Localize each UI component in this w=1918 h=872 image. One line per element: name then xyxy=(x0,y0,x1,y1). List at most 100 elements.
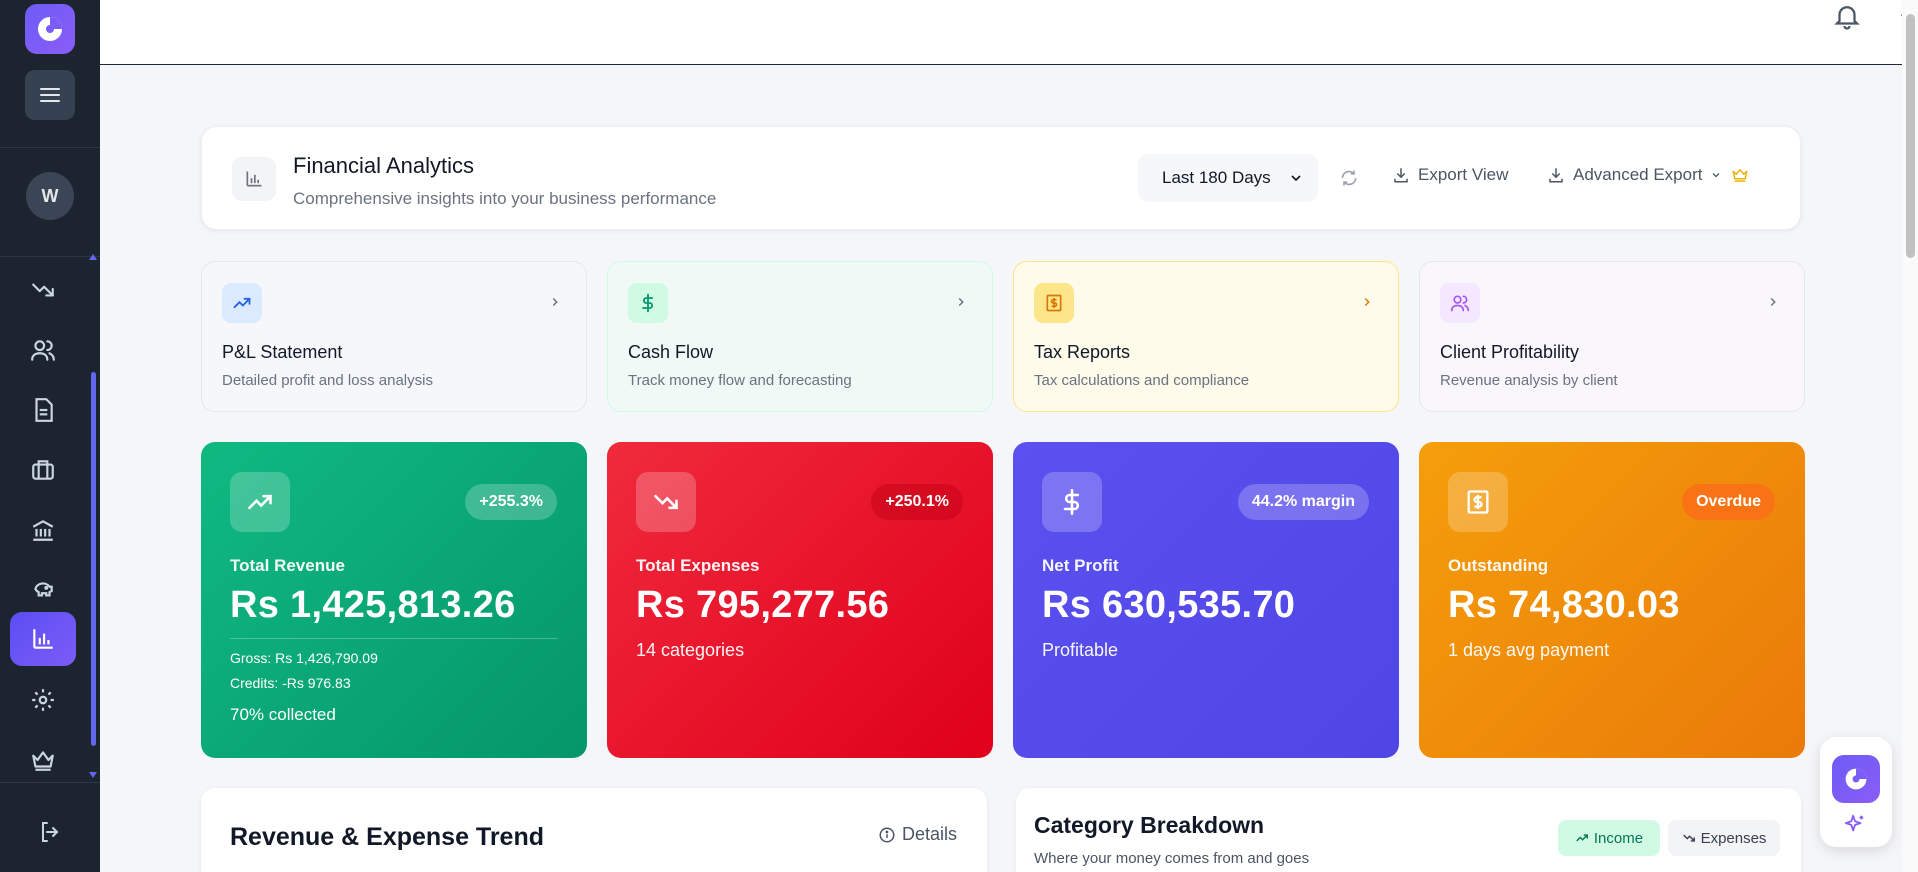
info-icon xyxy=(879,827,895,842)
piggy-bank-icon[interactable] xyxy=(23,570,63,610)
report-card-pl-statement[interactable]: P&L Statement Detailed profit and loss a… xyxy=(201,261,587,412)
status-badge: +250.1% xyxy=(871,484,963,520)
page-title: Financial Analytics xyxy=(293,153,474,178)
stat-collected: 70% collected xyxy=(230,705,336,724)
stat-divider xyxy=(230,638,558,639)
expenses-label: Expenses xyxy=(1700,829,1767,847)
trending-up-icon xyxy=(1576,834,1588,842)
refresh-icon[interactable] xyxy=(1339,168,1359,193)
expenses-toggle[interactable]: Expenses xyxy=(1668,820,1780,856)
details-label: Details xyxy=(901,824,957,844)
date-range-select[interactable]: Last 180 Days xyxy=(1138,154,1318,202)
gear-icon[interactable] xyxy=(23,680,63,720)
stat-credits: Credits: -Rs 976.83 xyxy=(230,675,351,691)
bank-icon[interactable] xyxy=(23,510,63,550)
scroll-down-icon[interactable] xyxy=(89,772,97,778)
briefcase-icon[interactable] xyxy=(23,450,63,490)
sidebar-divider xyxy=(0,147,100,148)
stat-value: Rs 795,277.56 xyxy=(636,584,890,626)
menu-toggle-button[interactable] xyxy=(25,70,75,120)
receipt-icon xyxy=(1034,283,1074,323)
income-label: Income xyxy=(1593,829,1644,847)
page-subtitle: Comprehensive insights into your busines… xyxy=(293,189,717,208)
stat-card-total-expenses[interactable]: +250.1% Total Expenses Rs 795,277.56 14 … xyxy=(607,442,993,758)
stat-label: Outstanding xyxy=(1448,556,1549,575)
report-title: Client Profitability xyxy=(1440,342,1580,362)
avatar[interactable]: W xyxy=(26,172,74,220)
stat-value: Rs 630,535.70 xyxy=(1042,584,1296,626)
bar-chart-icon xyxy=(232,157,276,201)
report-card-cash-flow[interactable]: Cash Flow Track money flow and forecasti… xyxy=(607,261,993,412)
revenue-expense-trend-card: Revenue & Expense Trend Details xyxy=(201,788,987,872)
sidebar-divider xyxy=(0,256,100,257)
app-logo-icon[interactable] xyxy=(25,4,75,54)
chevron-right-icon xyxy=(1360,295,1374,314)
stat-value: Rs 1,425,813.26 xyxy=(230,584,516,626)
report-subtitle: Revenue analysis by client xyxy=(1440,372,1618,389)
export-view-label: Export View xyxy=(1418,165,1509,184)
assistant-widget xyxy=(1820,737,1892,847)
stat-extra: Profitable xyxy=(1042,640,1119,660)
stat-label: Total Expenses xyxy=(636,556,760,575)
section-subtitle: Where your money comes from and goes xyxy=(1034,850,1310,867)
crown-icon xyxy=(1732,169,1748,182)
stat-value: Rs 74,830.03 xyxy=(1448,584,1680,626)
stat-gross: Gross: Rs 1,426,790.09 xyxy=(230,650,378,666)
advanced-export-button[interactable]: Advanced Export xyxy=(1547,165,1750,185)
assistant-button[interactable] xyxy=(1832,755,1880,803)
dollar-icon xyxy=(1042,472,1102,532)
stat-label: Net Profit xyxy=(1042,556,1119,575)
report-subtitle: Detailed profit and loss analysis xyxy=(222,372,433,389)
sidebar-divider xyxy=(0,782,100,783)
report-title: P&L Statement xyxy=(222,342,343,362)
report-title: Cash Flow xyxy=(628,342,714,362)
report-subtitle: Track money flow and forecasting xyxy=(628,372,852,389)
dollar-icon xyxy=(628,283,668,323)
export-view-button[interactable]: Export View xyxy=(1392,165,1508,185)
stat-label: Total Revenue xyxy=(230,556,345,575)
details-button[interactable]: Details xyxy=(878,824,957,845)
download-icon xyxy=(1394,168,1408,183)
users-icon[interactable] xyxy=(23,330,63,370)
income-toggle[interactable]: Income xyxy=(1558,820,1660,856)
section-title: Revenue & Expense Trend xyxy=(230,823,545,851)
stat-card-outstanding[interactable]: Overdue Outstanding Rs 74,830.03 1 days … xyxy=(1419,442,1805,758)
stat-extra: 1 days avg payment xyxy=(1448,640,1610,660)
crown-icon[interactable] xyxy=(23,740,63,780)
status-badge: Overdue xyxy=(1682,484,1775,520)
chevron-right-icon xyxy=(954,295,968,314)
chevron-right-icon xyxy=(1766,295,1780,314)
report-card-client-profitability[interactable]: Client Profitability Revenue analysis by… xyxy=(1419,261,1805,412)
download-icon xyxy=(1549,168,1563,183)
advanced-export-label: Advanced Export xyxy=(1573,165,1703,184)
sidebar-scrollbar[interactable] xyxy=(91,372,96,746)
topbar xyxy=(100,0,1918,65)
receipt-icon xyxy=(1448,472,1508,532)
chevron-right-icon xyxy=(548,295,562,314)
status-badge: 44.2% margin xyxy=(1237,484,1369,520)
analytics-header-card: Financial Analytics Comprehensive insigh… xyxy=(201,126,1801,230)
bar-chart-icon[interactable] xyxy=(10,612,76,666)
logout-icon[interactable] xyxy=(30,812,70,852)
trending-down-icon xyxy=(1682,834,1695,842)
report-card-tax-reports[interactable]: Tax Reports Tax calculations and complia… xyxy=(1013,261,1399,412)
sidebar: W xyxy=(0,0,100,872)
report-title: Tax Reports xyxy=(1034,342,1131,362)
stat-card-net-profit[interactable]: 44.2% margin Net Profit Rs 630,535.70 Pr… xyxy=(1013,442,1399,758)
trending-down-icon[interactable] xyxy=(23,270,63,310)
stat-extra: 14 categories xyxy=(636,640,745,660)
scroll-up-icon[interactable] xyxy=(89,254,97,260)
file-text-icon[interactable] xyxy=(23,390,63,430)
status-badge: +255.3% xyxy=(465,484,557,520)
date-range-value: Last 180 Days xyxy=(1162,168,1271,187)
bell-icon[interactable] xyxy=(1832,0,1862,37)
report-subtitle: Tax calculations and compliance xyxy=(1034,372,1250,389)
section-title: Category Breakdown xyxy=(1034,812,1265,838)
users-icon xyxy=(1440,283,1480,323)
category-breakdown-card: Category Breakdown Where your money come… xyxy=(1016,788,1801,872)
chevron-down-icon xyxy=(1713,173,1720,178)
stat-card-total-revenue[interactable]: +255.3% Total Revenue Rs 1,425,813.26 Gr… xyxy=(201,442,587,758)
sparkles-icon[interactable] xyxy=(1844,813,1866,840)
page-scrollbar-thumb[interactable] xyxy=(1906,14,1915,258)
chevron-down-icon xyxy=(1288,170,1304,191)
